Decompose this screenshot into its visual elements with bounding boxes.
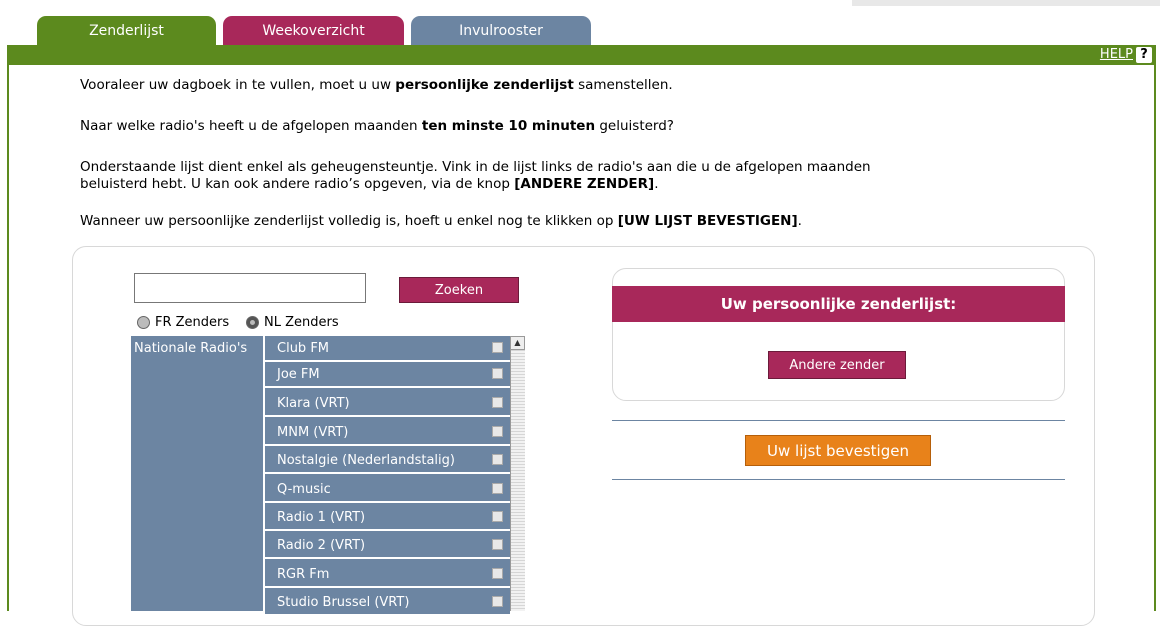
divider-line bbox=[612, 479, 1065, 480]
intro-bold: [UW LIJST BEVESTIGEN] bbox=[617, 213, 798, 229]
station-checkbox[interactable] bbox=[492, 596, 503, 607]
station-row[interactable]: Radio 2 (VRT) bbox=[265, 533, 510, 559]
station-row[interactable]: MNM (VRT) bbox=[265, 420, 510, 446]
station-checkbox[interactable] bbox=[492, 511, 503, 522]
intro-text: Wanneer uw persoonlijke zenderlijst voll… bbox=[80, 213, 618, 229]
intro-text: geluisterd? bbox=[595, 118, 674, 134]
tab-invulrooster[interactable]: Invulrooster bbox=[411, 16, 591, 46]
tab-weekoverzicht[interactable]: Weekoverzicht bbox=[223, 16, 404, 46]
help-link[interactable]: HELP bbox=[1100, 47, 1133, 63]
radio-fr-zenders[interactable] bbox=[137, 316, 150, 329]
intro-bold: [ANDERE ZENDER] bbox=[514, 176, 655, 192]
help-icon[interactable]: ? bbox=[1136, 47, 1152, 63]
intro-bold: ten minste 10 minuten bbox=[421, 118, 596, 134]
radio-nl-zenders[interactable] bbox=[246, 316, 259, 329]
intro-paragraph-4: Wanneer uw persoonlijke zenderlijst voll… bbox=[80, 213, 1080, 230]
radio-fr-label: FR Zenders bbox=[155, 315, 230, 330]
other-station-button[interactable]: Andere zender bbox=[768, 351, 906, 379]
intro-text: . bbox=[654, 176, 659, 192]
personal-list-title: Uw persoonlijke zenderlijst: bbox=[612, 286, 1065, 322]
station-checkbox[interactable] bbox=[492, 483, 503, 494]
station-label: Club FM bbox=[277, 341, 330, 356]
top-gray-strip bbox=[852, 0, 1160, 6]
station-checkbox[interactable] bbox=[492, 368, 503, 379]
station-label: Joe FM bbox=[277, 367, 320, 382]
intro-text: samenstellen. bbox=[573, 77, 673, 93]
station-row[interactable]: Klara (VRT) bbox=[265, 391, 510, 417]
station-row[interactable]: Q-music bbox=[265, 477, 510, 503]
intro-text: . bbox=[797, 213, 802, 229]
intro-text: Vooraleer uw dagboek in te vullen, moet … bbox=[80, 77, 396, 93]
station-row[interactable]: RGR Fm bbox=[265, 562, 510, 588]
station-label: Radio 2 (VRT) bbox=[277, 538, 366, 553]
intro-paragraph-3: Onderstaande lijst dient enkel als geheu… bbox=[80, 159, 1080, 193]
confirm-list-button[interactable]: Uw lijst bevestigen bbox=[745, 435, 931, 466]
intro-text: beluisterd hebt. U kan ook andere radio’… bbox=[80, 176, 515, 192]
station-label: Klara (VRT) bbox=[277, 396, 350, 411]
station-label: MNM (VRT) bbox=[277, 425, 349, 440]
station-row[interactable]: Joe FM bbox=[265, 362, 510, 388]
station-checkbox[interactable] bbox=[492, 568, 503, 579]
station-row[interactable]: Club FM bbox=[265, 336, 510, 362]
station-label: Q-music bbox=[277, 482, 331, 497]
intro-paragraph-2: Naar welke radio's heeft u de afgelopen … bbox=[80, 118, 1080, 135]
search-button[interactable]: Zoeken bbox=[399, 277, 519, 303]
divider-line bbox=[612, 420, 1065, 421]
station-checkbox[interactable] bbox=[492, 426, 503, 437]
station-label: Radio 1 (VRT) bbox=[277, 510, 366, 525]
header-bar bbox=[7, 45, 1156, 65]
station-checkbox[interactable] bbox=[492, 342, 503, 353]
station-label: RGR Fm bbox=[277, 567, 330, 582]
station-row[interactable]: Radio 1 (VRT) bbox=[265, 505, 510, 531]
scroll-up-arrow-icon[interactable]: ▲ bbox=[510, 336, 525, 350]
intro-text: Naar welke radio's heeft u de afgelopen … bbox=[80, 118, 422, 134]
station-checkbox[interactable] bbox=[492, 397, 503, 408]
station-label: Nostalgie (Nederlandstalig) bbox=[277, 453, 455, 468]
station-checkbox[interactable] bbox=[492, 539, 503, 550]
station-row[interactable]: Studio Brussel (VRT) bbox=[265, 590, 510, 616]
station-row[interactable]: Nostalgie (Nederlandstalig) bbox=[265, 448, 510, 474]
intro-text: Onderstaande lijst dient enkel als geheu… bbox=[80, 159, 871, 175]
radio-nl-label: NL Zenders bbox=[264, 315, 339, 330]
intro-paragraph-1: Vooraleer uw dagboek in te vullen, moet … bbox=[80, 77, 1080, 94]
tab-zenderlijst[interactable]: Zenderlijst bbox=[37, 16, 216, 46]
category-label: Nationale Radio's bbox=[134, 341, 248, 356]
list-scrollbar[interactable] bbox=[510, 336, 525, 611]
search-input[interactable] bbox=[134, 273, 366, 303]
station-checkbox[interactable] bbox=[492, 454, 503, 465]
station-label: Studio Brussel (VRT) bbox=[277, 595, 410, 610]
intro-bold: persoonlijke zenderlijst bbox=[395, 77, 574, 93]
